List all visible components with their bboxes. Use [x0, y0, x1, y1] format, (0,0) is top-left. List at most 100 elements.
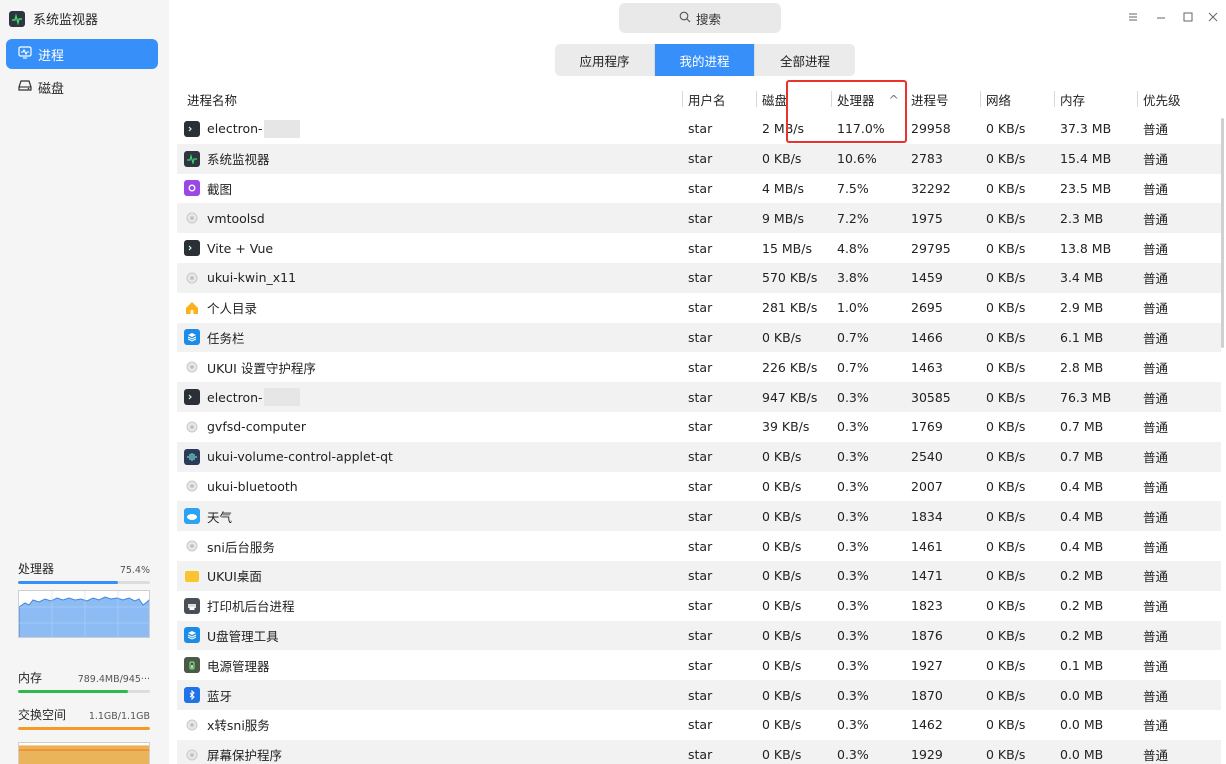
table-row[interactable]: 任务栏 star 0 KB/s 0.7% 1466 0 KB/s 6.1 MB 普通 — [177, 322, 1221, 353]
column-header-name-label: 进程名称 — [187, 92, 238, 108]
toolbar: 搜索 应用程序 我的进程 全部进程 — [169, 0, 1226, 90]
cell-pid: 1929 — [911, 747, 943, 763]
table-row[interactable]: 截图 star 4 MB/s 7.5% 32292 0 KB/s 23.5 MB 普通 — [177, 174, 1221, 204]
cell-user: star — [688, 210, 713, 226]
menu-icon[interactable] — [1126, 10, 1140, 24]
cell-pid: 1876 — [911, 627, 943, 643]
process-name: U盘管理工具 — [207, 628, 279, 644]
cell-disk: 0 KB/s — [762, 717, 802, 733]
table-row[interactable]: 电源管理器 star 0 KB/s 0.3% 1927 0 KB/s 0.1 MB 普通 — [177, 650, 1221, 680]
table-row[interactable]: electron-star 2 MB/s 117.0% 29958 0 KB/s 37.3… — [177, 114, 1221, 144]
minimize-icon[interactable] — [1154, 10, 1168, 24]
table-row[interactable]: 打印机后台进程 star 0 KB/s 0.3% 1823 0 KB/s 0.2 MB 普通 — [177, 591, 1221, 621]
column-header-disk[interactable]: 磁盘 — [756, 84, 787, 114]
table-row[interactable]: ukui-volume-control-applet-qt star 0 KB/s 0… — [177, 441, 1221, 472]
table-row[interactable]: ukui-bluetooth star 0 KB/s 0.3% 2007 0 KB/s 0.… — [177, 472, 1221, 502]
table-row[interactable]: electron-star 947 KB/s 0.3% 30585 0 KB/s 76.3… — [177, 382, 1221, 412]
cell-pid: 1466 — [911, 329, 943, 345]
process-name: gvfsd-computer — [207, 419, 306, 435]
cell-prio: 普通 — [1143, 360, 1169, 376]
cell-disk: 570 KB/s — [762, 270, 818, 286]
cell-pid: 29795 — [911, 240, 951, 256]
sidebar-item-process[interactable]: 进程 — [6, 39, 158, 69]
table-row[interactable]: 天气 star 0 KB/s 0.3% 1834 0 KB/s 0.4 MB 普通 — [177, 501, 1221, 532]
sidebar-item-disk[interactable]: 磁盘 — [6, 72, 158, 102]
sort-ascending-icon: ^ — [888, 91, 899, 107]
cell-net: 0 KB/s — [986, 329, 1026, 345]
table-scrollbar[interactable] — [1221, 118, 1224, 348]
cell-prio: 普通 — [1143, 688, 1169, 704]
cell-prio: 普通 — [1143, 479, 1169, 495]
tab-all-processes[interactable]: 全部进程 — [755, 44, 855, 76]
cell-prio: 普通 — [1143, 390, 1169, 406]
system-monitor-window: 系统监视器 进程 磁盘 处理器 75.4% 内存 789.4MB/945··· … — [0, 0, 1226, 764]
table-row[interactable]: ukui-kwin_x11 star 570 KB/s 3.8% 1459 0 KB/s 3… — [177, 262, 1221, 293]
cell-net: 0 KB/s — [986, 210, 1026, 226]
cell-user: star — [688, 300, 713, 316]
process-name: x转sni服务 — [207, 718, 270, 734]
cell-mem: 13.8 MB — [1060, 240, 1112, 256]
cell-user: star — [688, 747, 713, 763]
table-row[interactable]: 蓝牙 star 0 KB/s 0.3% 1870 0 KB/s 0.0 MB 普通 — [177, 680, 1221, 710]
tab-applications[interactable]: 应用程序 — [555, 44, 655, 76]
tab-my-processes[interactable]: 我的进程 — [655, 44, 755, 76]
process-name: 截图 — [207, 181, 233, 197]
cell-pid: 1461 — [911, 538, 943, 554]
layers-icon — [184, 627, 200, 644]
table-row[interactable]: UKUI 设置守护程序 star 226 KB/s 0.7% 1463 0 KB/s 2.8… — [177, 352, 1221, 382]
process-name-cell: U盘管理工具 — [184, 621, 279, 651]
column-header-network[interactable]: 网络 — [980, 84, 1011, 114]
cell-cpu: 0.3% — [837, 598, 869, 614]
cell-prio: 普通 — [1143, 152, 1169, 168]
table-row[interactable]: x转sni服务 star 0 KB/s 0.3% 1462 0 KB/s 0.0 MB 普通 — [177, 710, 1221, 740]
column-header-user[interactable]: 用户名 — [682, 84, 726, 114]
maximize-icon[interactable] — [1181, 10, 1195, 24]
cell-mem: 0.4 MB — [1060, 508, 1104, 524]
search-box[interactable]: 搜索 — [619, 3, 781, 33]
bluetooth-icon — [184, 687, 200, 704]
column-header-name[interactable]: 进程名称 — [181, 84, 237, 114]
column-header-cpu[interactable]: 处理器 ^ — [831, 84, 905, 114]
cell-pid: 2783 — [911, 151, 943, 167]
table-row[interactable]: 系统监视器 star 0 KB/s 10.6% 2783 0 KB/s 15.4 MB 普通 — [177, 143, 1221, 174]
process-name: electron- — [207, 121, 263, 137]
cell-user: star — [688, 538, 713, 554]
sidebar-item-label: 磁盘 — [38, 81, 65, 97]
gear-icon — [184, 717, 200, 733]
memory-summary: 内存 789.4MB/945··· — [18, 669, 150, 693]
cell-cpu: 0.3% — [837, 657, 869, 673]
process-filter-tabs: 应用程序 我的进程 全部进程 — [555, 44, 855, 76]
cell-disk: 15 MB/s — [762, 240, 812, 256]
swap-usage-bar — [18, 727, 150, 730]
process-name-cell: 打印机后台进程 — [184, 591, 295, 621]
table-row[interactable]: vmtoolsd star 9 MB/s 7.2% 1975 0 KB/s 2.3 MB 普通 — [177, 203, 1221, 234]
column-header-priority[interactable]: 优先级 — [1137, 84, 1181, 114]
cpu-summary: 处理器 75.4% — [18, 560, 150, 584]
layers-icon — [184, 329, 200, 346]
process-name-cell: Vite + Vue — [184, 233, 273, 263]
table-row[interactable]: 屏幕保护程序 star 0 KB/s 0.3% 1929 0 KB/s 0.0 MB 普通 — [177, 739, 1221, 764]
table-row[interactable]: U盘管理工具 star 0 KB/s 0.3% 1876 0 KB/s 0.2 MB 普通 — [177, 620, 1221, 651]
table-row[interactable]: sni后台服务 star 0 KB/s 0.3% 1461 0 KB/s 0.4 MB 普通 — [177, 531, 1221, 561]
cell-prio: 普通 — [1143, 181, 1169, 197]
table-row[interactable]: gvfsd-computer star 39 KB/s 0.3% 1769 0 KB/s 0… — [177, 412, 1221, 442]
table-row[interactable]: UKUI桌面 star 0 KB/s 0.3% 1471 0 KB/s 0.2 MB 普通 — [177, 560, 1221, 591]
memory-label: 内存 — [18, 671, 43, 685]
cell-user: star — [688, 270, 713, 286]
column-header-pid[interactable]: 进程号 — [905, 84, 949, 114]
cpu-value: 75.4% — [119, 565, 150, 576]
cell-disk: 9 MB/s — [762, 210, 805, 226]
cell-net: 0 KB/s — [986, 687, 1026, 703]
cell-mem: 23.5 MB — [1060, 180, 1112, 196]
table-row[interactable]: 个人目录 star 281 KB/s 1.0% 2695 0 KB/s 2.9 MB 普通 — [177, 293, 1221, 323]
process-name-cell: gvfsd-computer — [184, 412, 306, 442]
cell-prio: 普通 — [1143, 569, 1169, 585]
cell-disk: 0 KB/s — [762, 627, 802, 643]
cell-mem: 0.0 MB — [1060, 747, 1104, 763]
process-name: sni后台服务 — [207, 539, 275, 555]
process-name: ukui-bluetooth — [207, 478, 298, 494]
close-icon[interactable] — [1206, 10, 1220, 24]
cell-user: star — [688, 449, 713, 465]
table-row[interactable]: Vite + Vue star 15 MB/s 4.8% 29795 0 KB/s 13.8… — [177, 233, 1221, 263]
column-header-memory[interactable]: 内存 — [1054, 84, 1085, 114]
